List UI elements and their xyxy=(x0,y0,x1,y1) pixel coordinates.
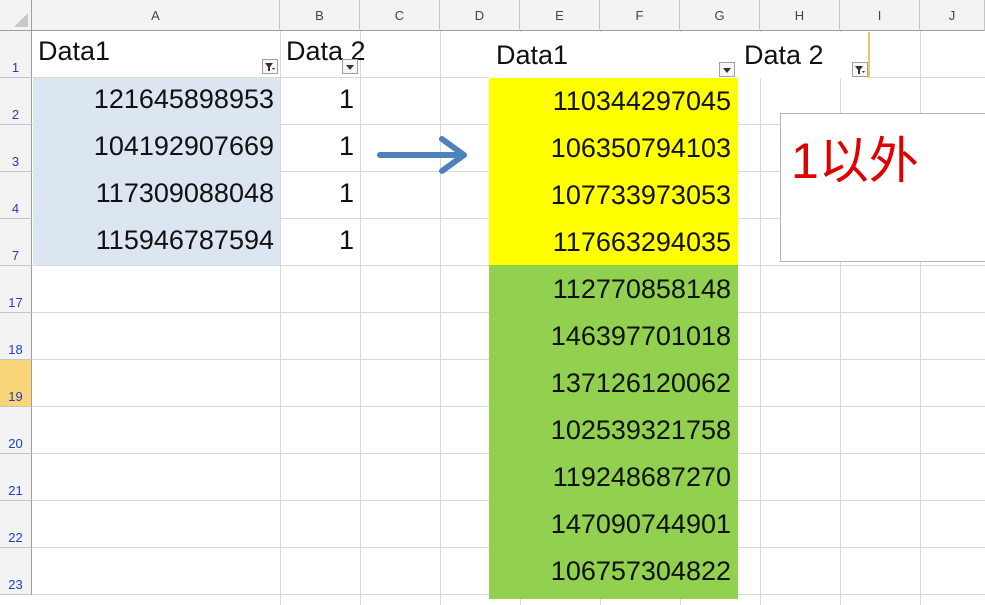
data1-cell[interactable]: 112770858148 xyxy=(494,276,731,303)
column-header-i[interactable]: I xyxy=(840,0,920,31)
grid-line xyxy=(840,0,841,605)
column-label: D xyxy=(474,7,485,23)
row-header-2[interactable]: 2 xyxy=(0,78,32,125)
data2-cell[interactable]: 1 xyxy=(284,180,354,207)
column-header-h[interactable]: H xyxy=(760,0,840,31)
filter-icon xyxy=(855,66,865,74)
right-header-data2[interactable]: Data 2 xyxy=(744,42,824,69)
data1-cell[interactable]: 146397701018 xyxy=(494,323,731,350)
data1-cell[interactable]: 147090744901 xyxy=(494,511,731,538)
data2-cell[interactable]: 1 xyxy=(284,227,354,254)
data1-cell[interactable]: 119248687270 xyxy=(494,464,731,491)
column-label: H xyxy=(794,7,805,23)
row-label: 7 xyxy=(11,248,20,263)
row-label: 19 xyxy=(8,389,23,404)
data2-cell[interactable]: 1 xyxy=(284,86,354,113)
row-label: 4 xyxy=(11,201,20,216)
data1-cell[interactable]: 106350794103 xyxy=(494,135,731,162)
chevron-down-icon xyxy=(346,65,354,70)
data1-cell[interactable]: 117309088048 xyxy=(40,180,274,207)
row-label: 18 xyxy=(8,342,23,357)
data1-cell[interactable]: 117663294035 xyxy=(494,229,731,256)
column-header-b[interactable]: B xyxy=(280,0,360,31)
row-label: 21 xyxy=(8,483,23,498)
right-header-edge xyxy=(868,32,870,78)
column-label: C xyxy=(394,7,405,23)
grid-line xyxy=(280,0,281,605)
right-arrow-icon xyxy=(377,136,467,174)
left-data2-filter-button[interactable] xyxy=(342,59,358,74)
data1-cell[interactable]: 115946787594 xyxy=(40,227,274,254)
filter-icon xyxy=(265,63,275,71)
grid-line xyxy=(920,0,921,605)
row-header-19[interactable]: 19 xyxy=(0,360,32,407)
row-header-22[interactable]: 22 xyxy=(0,501,32,548)
left-data1-filter-button[interactable] xyxy=(262,59,278,74)
data1-cell[interactable]: 137126120062 xyxy=(494,370,731,397)
column-label: G xyxy=(714,7,725,23)
column-header-j[interactable]: J xyxy=(920,0,985,31)
data1-cell[interactable]: 104192907669 xyxy=(40,133,274,160)
row-label: 22 xyxy=(8,530,23,545)
row-header-20[interactable]: 20 xyxy=(0,407,32,454)
column-label: A xyxy=(151,7,160,23)
column-label: E xyxy=(555,7,564,23)
grid-line xyxy=(760,0,761,605)
row-label: 23 xyxy=(8,577,23,592)
data1-cell[interactable]: 107733973053 xyxy=(494,182,731,209)
data2-cell[interactable]: 1 xyxy=(284,133,354,160)
column-label: B xyxy=(315,7,324,23)
grid-line xyxy=(440,0,441,605)
row-header-17[interactable]: 17 xyxy=(0,266,32,313)
row-label: 2 xyxy=(11,107,20,122)
row-header-18[interactable]: 18 xyxy=(0,313,32,360)
column-label: I xyxy=(877,7,882,23)
row-header-4[interactable]: 4 xyxy=(0,172,32,219)
right-header-data1[interactable]: Data1 xyxy=(496,42,568,69)
data1-cell[interactable]: 110344297045 xyxy=(494,88,731,115)
column-header-a[interactable]: A xyxy=(32,0,280,31)
row-header-3[interactable]: 3 xyxy=(0,125,32,172)
row-header-7[interactable]: 7 xyxy=(0,219,32,266)
row-label: 20 xyxy=(8,436,23,451)
column-header-d[interactable]: D xyxy=(440,0,520,31)
right-data2-filter-button[interactable] xyxy=(852,62,868,77)
column-header-f[interactable]: F xyxy=(600,0,680,31)
data1-cell[interactable]: 102539321758 xyxy=(494,417,731,444)
row-label: 1 xyxy=(11,60,20,75)
column-header-c[interactable]: C xyxy=(360,0,440,31)
text-box-callout[interactable]: 1以外 xyxy=(780,113,985,262)
column-label: J xyxy=(948,7,956,23)
grid-line xyxy=(360,0,361,605)
callout-text: 1以外 xyxy=(791,133,919,189)
select-all-corner[interactable] xyxy=(0,0,32,31)
row-header-23[interactable]: 23 xyxy=(0,548,32,595)
column-header-g[interactable]: G xyxy=(680,0,760,31)
data1-cell[interactable]: 121645898953 xyxy=(40,86,274,113)
row-header-1[interactable]: 1 xyxy=(0,31,32,78)
left-header-data1[interactable]: Data1 xyxy=(38,38,110,65)
data1-cell[interactable]: 106757304822 xyxy=(494,558,731,585)
row-header-21[interactable]: 21 xyxy=(0,454,32,501)
row-label: 17 xyxy=(8,295,23,310)
chevron-down-icon xyxy=(723,68,731,73)
row-label: 3 xyxy=(11,154,20,169)
column-label: F xyxy=(635,7,644,23)
column-header-e[interactable]: E xyxy=(520,0,600,31)
right-data1-filter-button[interactable] xyxy=(719,62,735,77)
